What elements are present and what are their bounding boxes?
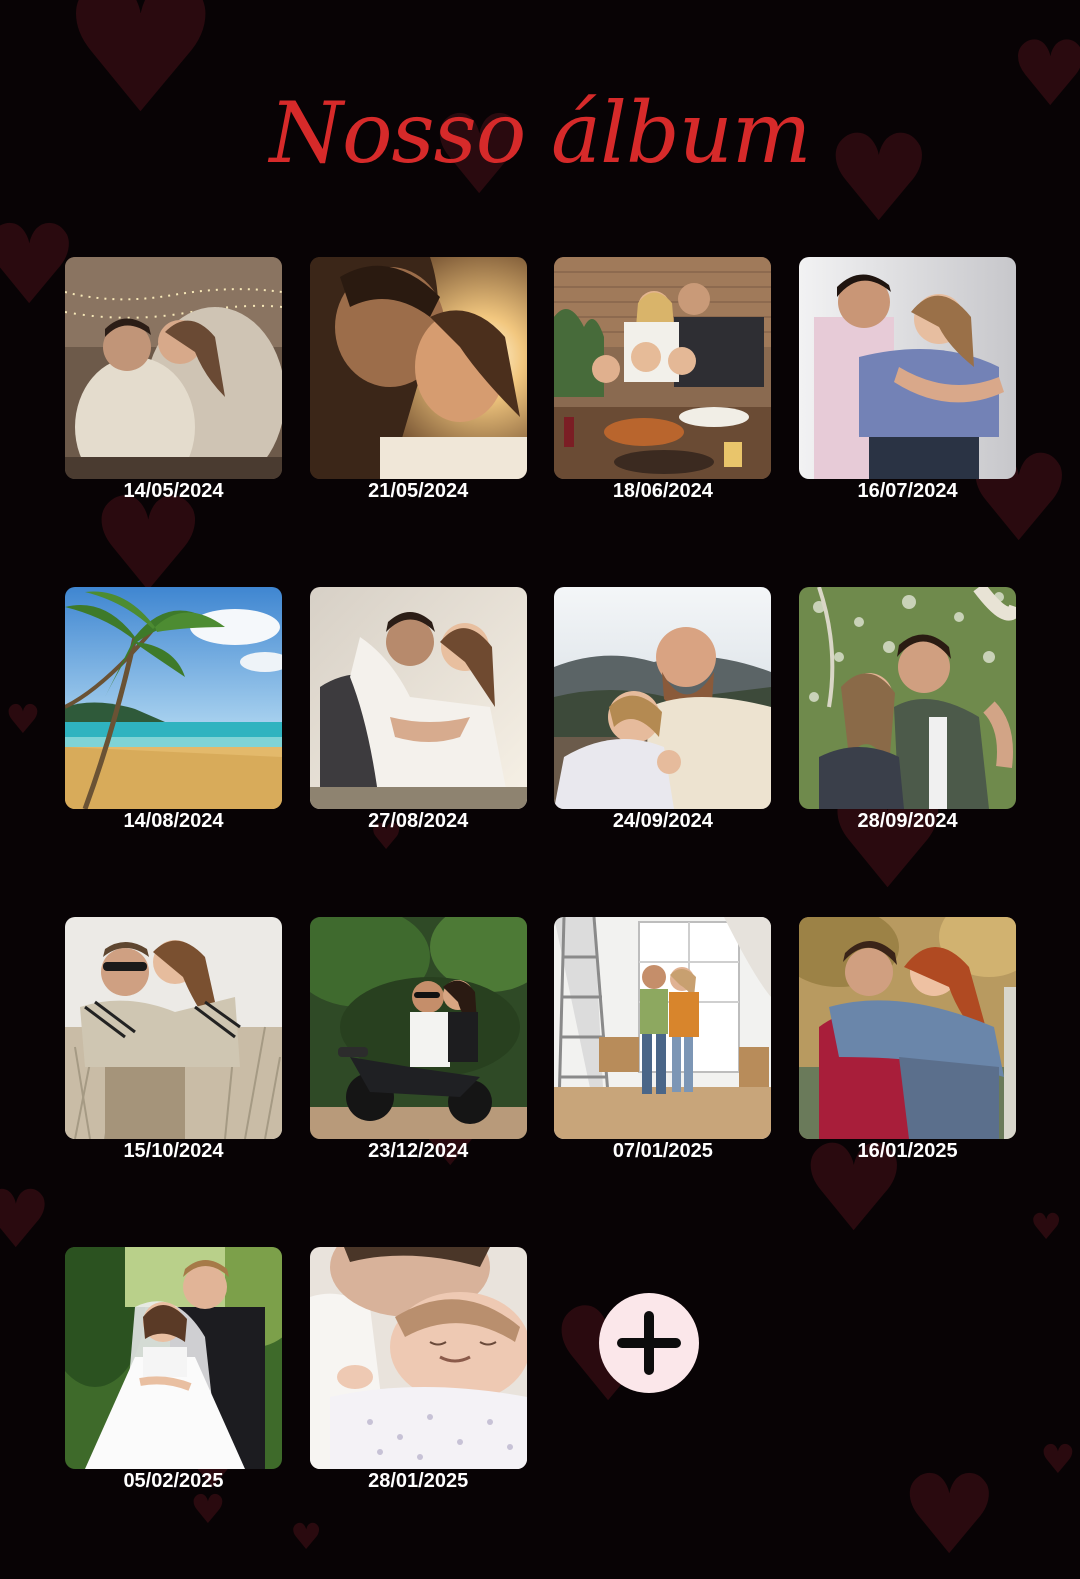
photo-thumbnail[interactable] [65,257,282,479]
photo-card[interactable]: 27/08/2024 [309,587,527,833]
photo-thumbnail[interactable] [799,587,1017,809]
photo-thumbnail[interactable] [65,587,282,809]
photo-card[interactable]: 14/05/2024 [65,257,282,503]
photo-thumbnail[interactable] [554,917,772,1139]
photo-date: 27/08/2024 [368,810,469,832]
photo-date: 23/12/2024 [368,1140,469,1162]
photo-card[interactable]: 28/01/2025 [309,1247,527,1493]
photo-card[interactable]: 18/06/2024 [554,257,772,503]
photo-card[interactable]: 15/10/2024 [65,917,282,1163]
photo-date: 07/01/2025 [612,1140,713,1162]
heart-icon: ♥ [1040,1437,1076,1483]
heart-icon: ♥ [1030,1207,1063,1248]
photo-thumbnail[interactable] [65,917,282,1139]
photo-thumbnail[interactable] [554,257,772,479]
photo-card[interactable]: 07/01/2025 [554,917,772,1163]
photo-card[interactable]: 14/08/2024 [65,587,282,833]
heart-icon: ♥ [290,1517,323,1558]
photo-date: 24/09/2024 [612,810,713,832]
photo-thumbnail[interactable] [554,587,772,809]
plus-icon [617,1311,682,1375]
photo-grid: 14/05/2024 21/05/2024 18/06/2024 16/07/2… [65,257,1017,1493]
photo-card[interactable]: 21/05/2024 [309,257,527,503]
photo-card[interactable]: 16/01/2025 [799,917,1017,1163]
photo-date: 15/10/2024 [123,1140,224,1162]
add-photo-button[interactable] [599,1293,700,1393]
album-title: Nosso álbum [269,84,811,182]
photo-thumbnail[interactable] [309,1247,527,1469]
photo-date: 28/01/2025 [368,1470,469,1492]
photo-date: 05/02/2025 [123,1470,224,1492]
photo-card[interactable]: 28/09/2024 [799,587,1017,833]
photo-card[interactable]: 23/12/2024 [309,917,527,1163]
photo-date: 21/05/2024 [368,480,469,502]
photo-date: 14/05/2024 [123,480,224,502]
add-photo-slot [554,1247,771,1469]
photo-thumbnail[interactable] [309,587,527,809]
heart-icon: ♥ [0,1173,52,1266]
photo-thumbnail[interactable] [799,257,1017,479]
photo-card[interactable]: 16/07/2024 [799,257,1017,503]
heart-icon: ♥ [5,697,41,743]
photo-card[interactable]: 24/09/2024 [554,587,772,833]
photo-card[interactable]: 05/02/2025 [65,1247,282,1493]
photo-thumbnail[interactable] [309,257,527,479]
photo-thumbnail[interactable] [309,917,527,1139]
heart-icon: ♥ [190,1487,226,1533]
photo-thumbnail[interactable] [799,917,1017,1139]
photo-date: 28/09/2024 [857,810,958,832]
photo-date: 16/07/2024 [857,480,958,502]
photo-thumbnail[interactable] [65,1247,282,1469]
photo-date: 16/01/2025 [857,1140,958,1162]
photo-date: 14/08/2024 [123,810,224,832]
photo-date: 18/06/2024 [612,480,713,502]
